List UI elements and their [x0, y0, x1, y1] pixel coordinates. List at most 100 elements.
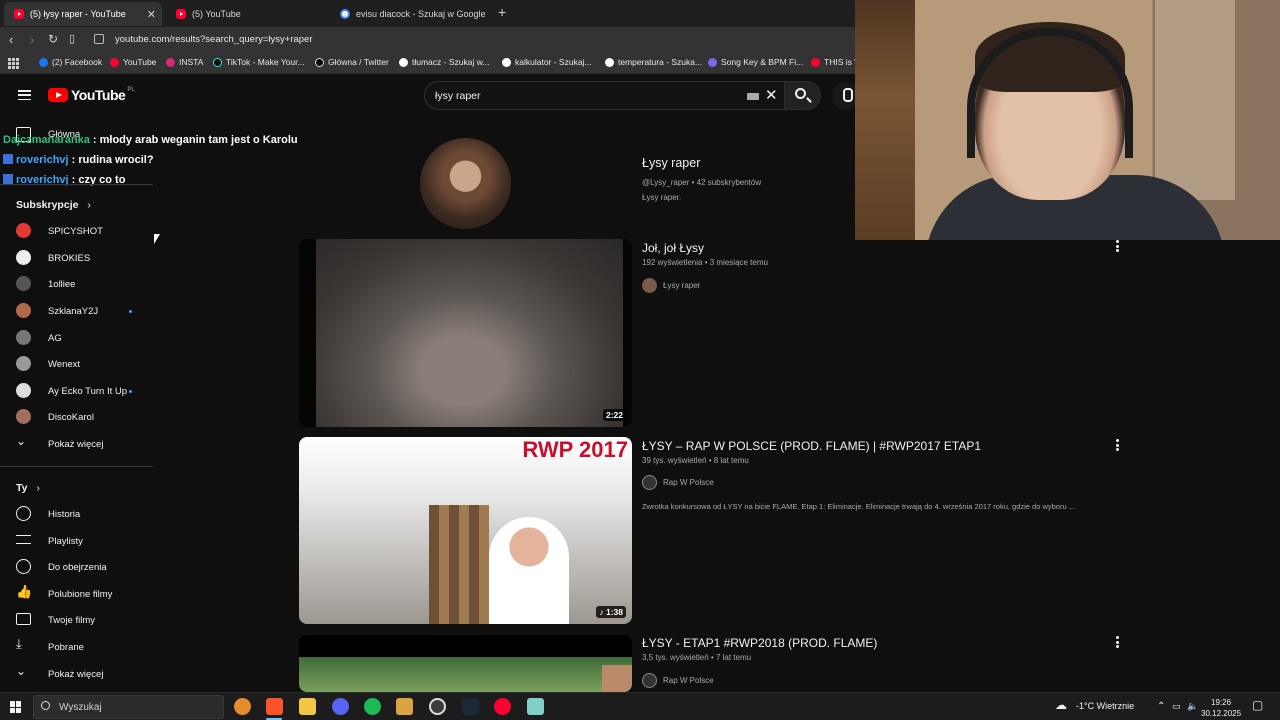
youtube-play-icon [48, 88, 68, 102]
your-videos-icon [16, 613, 31, 625]
taskbar-search-input[interactable]: Wyszukaj [33, 695, 224, 719]
sidebar-you-show-more[interactable]: ⌄ Pokaż więcej [0, 661, 150, 687]
sidebar-item-playlists[interactable]: Playlisty [0, 528, 150, 554]
forward-arrow-icon[interactable]: › [30, 32, 34, 47]
sidebar-item-spicyshot[interactable]: SPICYSHOT [0, 218, 150, 244]
sidebar-item-your-videos[interactable]: Twoje filmy [0, 607, 150, 633]
you-heading[interactable]: Ty › [16, 482, 40, 494]
spotify-icon[interactable] [364, 698, 381, 715]
weather-text[interactable]: -1°C Wietrznie [1076, 701, 1134, 711]
windows-taskbar: Wyszukaj ☁ -1°C Wietrznie ⌃ ▭ 🔈 19:26 30… [0, 692, 1280, 720]
playlist-icon [16, 535, 31, 544]
sidebar-item-ag[interactable]: AG [0, 325, 150, 351]
taskbar-clock[interactable]: 19:26 30.12.2025 [1201, 697, 1241, 719]
bookmark-label: (2) Facebook [52, 57, 103, 67]
more-actions-icon[interactable] [1116, 636, 1120, 650]
clear-search-icon[interactable]: ✕ [765, 86, 778, 104]
bookmark-song-key[interactable]: Song Key & BPM Fi... [708, 57, 803, 67]
sidebar-item-wenext[interactable]: Wenext [0, 351, 150, 377]
video-title[interactable]: Joł, joł Łysy [642, 241, 704, 255]
youtube-logo[interactable]: YouTube PL [48, 87, 135, 103]
bookmark-tiktok[interactable]: TikTok - Make Your... [213, 57, 305, 67]
sidebar-item-1olliee[interactable]: 1olliee [0, 271, 150, 297]
new-content-dot [129, 390, 132, 393]
bookmark-youtube[interactable]: YouTube [110, 57, 156, 67]
sidebar-item-szklanay2j[interactable]: SzklanaY2J [0, 298, 150, 324]
channel-avatar-large[interactable] [420, 138, 511, 229]
search-query-text: łysy raper [435, 90, 481, 102]
search-input[interactable]: łysy raper ✕ [424, 81, 785, 110]
chat-message: Dajczmanaranka : młody arab weganin tam … [3, 134, 298, 146]
sidebar-item-downloads[interactable]: ⤓ Pobrane [0, 634, 150, 660]
bookmark-label: INSTA [179, 57, 204, 67]
url-field[interactable]: youtube.com/results?search_query=łysy+ra… [115, 34, 313, 45]
discord-icon[interactable] [332, 698, 349, 715]
new-content-dot [129, 310, 132, 313]
sidebar-item-brokies[interactable]: BROKIES [0, 245, 150, 271]
bookmark-kalkulator[interactable]: kalkulator - Szukaj... [502, 57, 592, 67]
chevron-down-icon: ⌄ [16, 664, 27, 678]
video-title[interactable]: ŁYSY - ETAP1 #RWP2018 (PROD. FLAME) [642, 636, 877, 650]
sidebar-item-discokarol[interactable]: DiscoKarol [0, 404, 150, 430]
webcam-background-shelf [855, 0, 915, 240]
tray-chevron-up-icon[interactable]: ⌃ [1157, 701, 1165, 712]
tab-title: evisu diacock - Szukaj w Google [356, 9, 486, 19]
sidebar-item-label: Polubione filmy [48, 588, 113, 600]
channel-name[interactable]: Łysy raper [642, 156, 700, 170]
bookmark-icon[interactable]: ▯ [69, 32, 75, 45]
sidebar-item-liked[interactable]: 👍 Polubione filmy [0, 581, 150, 607]
file-explorer-icon[interactable] [299, 698, 316, 715]
tab-google-search[interactable]: evisu diacock - Szukaj w Google [330, 2, 490, 26]
bookmark-twitter[interactable]: Główna / Twitter [315, 57, 389, 67]
bookmark-facebook[interactable]: (2) Facebook [39, 57, 102, 67]
brave-browser-icon[interactable] [266, 698, 283, 715]
sidebar-item-label: SPICYSHOT [48, 225, 103, 237]
video-thumbnail[interactable] [299, 635, 632, 692]
facebook-icon [39, 57, 48, 67]
video-channel[interactable]: Rap W Polsce [642, 673, 714, 688]
subscriptions-heading[interactable]: Subskrypcje › [16, 199, 91, 211]
thumbnail-overlay-text: RWP 2017 [522, 437, 628, 462]
close-icon[interactable]: ✕ [147, 8, 156, 21]
video-channel[interactable]: Rap W Polsce [642, 475, 714, 490]
steam-icon[interactable] [462, 698, 479, 715]
bookmark-label: temperatura - Szuka... [618, 57, 703, 67]
back-arrow-icon[interactable]: ‹ [9, 32, 13, 47]
sidebar-item-ay-ecko[interactable]: Ay Ecko Turn It Up [0, 378, 150, 404]
more-actions-icon[interactable] [1116, 439, 1120, 453]
youtube-icon [811, 57, 820, 67]
video-channel[interactable]: Łysy raper [642, 278, 700, 293]
chat-text: : rudina wrocil? [68, 154, 154, 166]
network-icon[interactable]: ▭ [1172, 701, 1181, 712]
apps-grid-icon[interactable] [8, 58, 19, 69]
notifications-icon[interactable]: ▢ [1252, 698, 1263, 712]
you-title: Ty [16, 482, 28, 494]
bookmark-insta[interactable]: INSTA [166, 57, 203, 67]
youtube-app-icon[interactable] [494, 698, 511, 715]
sidebar-item-watch-later[interactable]: Do obejrzenia [0, 554, 150, 580]
volume-icon[interactable]: 🔈 [1187, 701, 1198, 712]
keyboard-icon[interactable] [747, 93, 759, 100]
tab-youtube-home[interactable]: (5) YouTube [166, 2, 326, 26]
windows-start-icon[interactable] [10, 701, 22, 713]
bookmark-temperatura[interactable]: temperatura - Szuka... [605, 57, 702, 67]
tab-active-youtube-search[interactable]: (5) łysy raper - YouTube ✕ [4, 2, 162, 26]
obs-icon[interactable] [429, 698, 446, 715]
weather-icon[interactable]: ☁ [1055, 698, 1067, 712]
search-button[interactable] [785, 81, 821, 110]
new-tab-plus-icon[interactable]: + [498, 4, 506, 20]
sidebar-item-history[interactable]: Historia [0, 501, 150, 527]
site-info-icon[interactable] [94, 34, 104, 44]
more-actions-icon[interactable] [1116, 240, 1120, 254]
winamp-icon[interactable] [234, 698, 251, 715]
bookmark-tlumacz[interactable]: tłumacz - Szukaj w... [399, 57, 489, 67]
reload-icon[interactable]: ↻ [48, 32, 58, 46]
video-title[interactable]: ŁYSY – RAP W POLSCE (PROD. FLAME) | #RWP… [642, 439, 981, 453]
sidebar-item-label: Playlisty [48, 535, 83, 547]
video-thumbnail[interactable]: RWP 2017 ♪ 1:38 [299, 437, 632, 624]
app-icon[interactable] [527, 698, 544, 715]
media-player-icon[interactable] [396, 698, 413, 715]
menu-hamburger-icon[interactable] [18, 90, 31, 101]
sidebar-show-more[interactable]: ⌄ Pokaż więcej [0, 431, 150, 457]
video-thumbnail[interactable]: 2:22 [299, 239, 632, 427]
